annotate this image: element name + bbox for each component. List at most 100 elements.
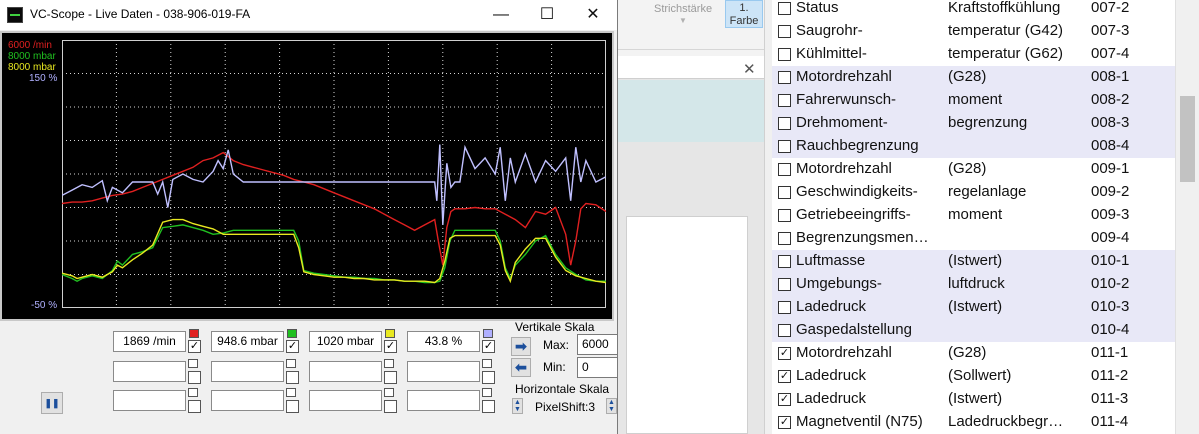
spin-down-icon[interactable]: ▲ ▼ (512, 398, 523, 414)
list-item[interactable]: ✓ Motordrehzahl (G28) 011-1 (772, 342, 1175, 365)
channel-9-color-swatch[interactable] (188, 388, 198, 397)
maximize-button[interactable]: ☐ (524, 0, 570, 30)
channel-8-checkbox[interactable] (482, 371, 495, 384)
list-item[interactable]: Begrenzungsmen… 009-4 (772, 227, 1175, 250)
list-item-checkbox[interactable]: ✓ (778, 347, 791, 360)
list-item-checkbox[interactable] (778, 255, 791, 268)
list-item-name: Motordrehzahl (796, 344, 892, 361)
list-item[interactable]: Kühlmittel-temperatur (G62) 007-4 (772, 43, 1175, 66)
channel-6-color-swatch[interactable] (286, 359, 296, 368)
channel-5-checkbox[interactable] (188, 371, 201, 384)
list-item-checkbox[interactable] (778, 209, 791, 222)
list-item-checkbox[interactable] (778, 324, 791, 337)
list-item-checkbox[interactable] (778, 2, 791, 15)
channel-5-value (113, 361, 186, 382)
channel-9-checkbox[interactable] (188, 400, 201, 413)
channel-2-checkbox[interactable]: ✓ (286, 340, 299, 353)
chevron-down-icon[interactable]: ▼ (679, 16, 687, 25)
list-item-checkbox[interactable] (778, 140, 791, 153)
min-input[interactable]: 0 (577, 357, 618, 378)
measuring-block-list: Status Kraftstoffkühlung 007-2 Saugrohr-tem… (772, 0, 1175, 434)
channel-12-color-swatch[interactable] (482, 388, 492, 397)
list-item-checkbox[interactable]: ✓ (778, 416, 791, 429)
vertical-scrollbar[interactable] (1175, 0, 1199, 434)
channel-3-color-swatch[interactable] (385, 329, 395, 338)
list-item[interactable]: Status Kraftstoffkühlung 007-2 (772, 0, 1175, 20)
list-item-checkbox[interactable] (778, 232, 791, 245)
channel-7-checkbox[interactable] (384, 371, 397, 384)
channel-12-checkbox[interactable] (482, 400, 495, 413)
list-item-description: regelanlage (948, 183, 1027, 200)
channel-4-checkbox[interactable]: ✓ (482, 340, 495, 353)
list-item[interactable]: Fahrerwunsch-moment 008-2 (772, 89, 1175, 112)
channel-2-color-swatch[interactable] (287, 329, 297, 338)
arrow-right-icon[interactable]: ➡ (511, 337, 531, 356)
list-item[interactable]: ✓ Magnetventil (N75) Ladedruckbegr… 011-4 (772, 411, 1175, 434)
scrollbar-thumb[interactable] (1180, 96, 1195, 182)
list-item-name: Motordrehzahl (796, 68, 892, 85)
list-item-checkbox[interactable] (778, 71, 791, 84)
list-item[interactable]: Umgebungs-luftdruck 010-2 (772, 273, 1175, 296)
channel-10-checkbox[interactable] (286, 400, 299, 413)
channel-3-value: 1020 mbar (309, 331, 382, 352)
list-item-description: (Sollwert) (948, 367, 1012, 384)
list-item-checkbox[interactable] (778, 25, 791, 38)
title-bar[interactable]: VC-Scope - Live Daten - 038-906-019-FA —… (0, 0, 617, 30)
list-item-description: (G28) (948, 68, 987, 85)
list-item-name: Luftmasse (796, 252, 866, 269)
list-item-checkbox[interactable] (778, 48, 791, 61)
panel-splitter[interactable] (764, 0, 772, 434)
axis-label-mbar-yellow: 8000 mbar (8, 62, 56, 73)
spin-up-icon[interactable]: ▲ ▼ (606, 398, 617, 414)
list-item[interactable]: Gaspedalstellung 010-4 (772, 319, 1175, 342)
channel-7-value (309, 361, 382, 382)
list-item[interactable]: Geschwindigkeits-regelanlage 009-2 (772, 181, 1175, 204)
channel-6-checkbox[interactable] (286, 371, 299, 384)
list-item-checkbox[interactable]: ✓ (778, 370, 791, 383)
list-item[interactable]: Saugrohr-temperatur (G42) 007-3 (772, 20, 1175, 43)
list-item-checkbox[interactable] (778, 301, 791, 314)
channel-8-color-swatch[interactable] (482, 359, 492, 368)
list-item-checkbox[interactable] (778, 163, 791, 176)
ribbon-stroke-width-label[interactable]: Strichstärke (654, 3, 712, 15)
list-item[interactable]: Rauchbegrenzung 008-4 (772, 135, 1175, 158)
list-item[interactable]: Drehmoment-begrenzung 008-3 (772, 112, 1175, 135)
axis-label-mbar-green: 8000 mbar (8, 51, 56, 62)
scope-plot (62, 40, 606, 308)
list-item-checkbox[interactable]: ✓ (778, 393, 791, 406)
list-item[interactable]: Motordrehzahl (G28) 008-1 (772, 66, 1175, 89)
list-item-name: Ladedruck (796, 298, 867, 315)
close-button[interactable]: ✕ (570, 0, 616, 30)
pause-button[interactable]: ❚❚ (41, 392, 63, 414)
list-item-code: 009-3 (1091, 206, 1130, 223)
list-item[interactable]: ✓ Ladedruck (Istwert) 011-3 (772, 388, 1175, 411)
window-title: VC-Scope - Live Daten - 038-906-019-FA (30, 7, 251, 21)
close-icon[interactable]: ✕ (743, 60, 756, 78)
list-item-checkbox[interactable] (778, 278, 791, 291)
axis-label-percent-min: -50 % (31, 300, 58, 311)
channel-4-color-swatch[interactable] (483, 329, 493, 338)
channel-11-color-swatch[interactable] (384, 388, 394, 397)
channel-7-color-swatch[interactable] (384, 359, 394, 368)
channel-10-color-swatch[interactable] (286, 388, 296, 397)
minimize-button[interactable]: — (478, 0, 524, 30)
channel-5-color-swatch[interactable] (188, 359, 198, 368)
list-item[interactable]: Getriebeeingriffs-moment 009-3 (772, 204, 1175, 227)
arrow-left-icon[interactable]: ⬅ (511, 358, 531, 377)
list-item-code: 007-2 (1091, 0, 1130, 16)
list-item[interactable]: ✓ Ladedruck (Sollwert) 011-2 (772, 365, 1175, 388)
channel-1-checkbox[interactable]: ✓ (188, 340, 201, 353)
list-item-code: 007-3 (1091, 22, 1130, 39)
color-1-button[interactable]: 1. Farbe (725, 0, 763, 28)
channel-3-checkbox[interactable]: ✓ (384, 340, 397, 353)
channel-1-color-swatch[interactable] (189, 329, 199, 338)
list-item-checkbox[interactable] (778, 186, 791, 199)
list-item-checkbox[interactable] (778, 117, 791, 130)
max-input[interactable]: 6000 (577, 334, 618, 355)
list-item-name: Status (796, 0, 839, 16)
list-item-checkbox[interactable] (778, 94, 791, 107)
list-item[interactable]: Ladedruck (Istwert) 010-3 (772, 296, 1175, 319)
channel-11-checkbox[interactable] (384, 400, 397, 413)
list-item[interactable]: Motordrehzahl (G28) 009-1 (772, 158, 1175, 181)
list-item[interactable]: Luftmasse (Istwert) 010-1 (772, 250, 1175, 273)
